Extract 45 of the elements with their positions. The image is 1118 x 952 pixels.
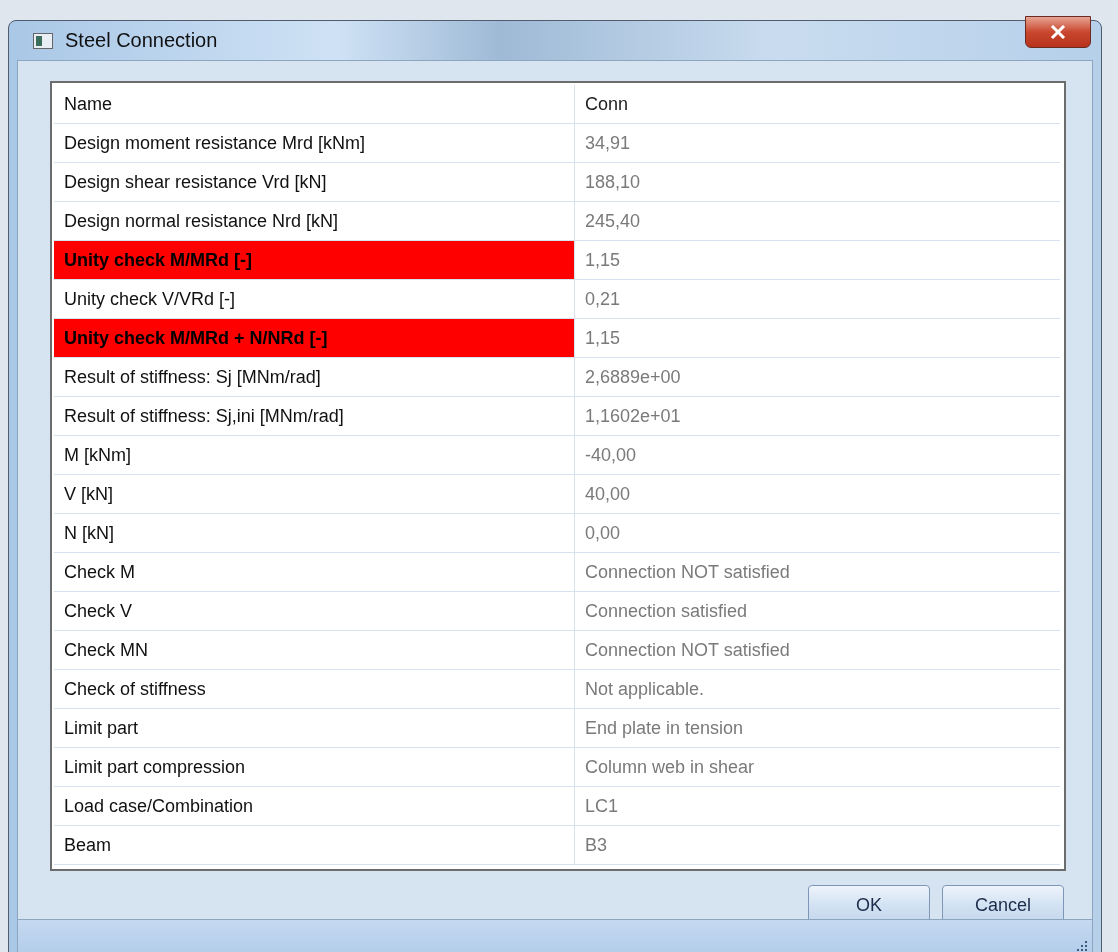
- property-value: LC1: [574, 787, 1060, 825]
- property-name: Load case/Combination: [63, 794, 255, 818]
- property-name: Check M: [63, 560, 136, 584]
- property-name: Beam: [63, 833, 113, 857]
- property-name: Check MN: [63, 638, 149, 662]
- property-value: 1,1602e+01: [574, 397, 1060, 435]
- window-title: Steel Connection: [65, 29, 219, 52]
- property-name: Limit part compression: [63, 755, 247, 779]
- property-value: -40,00: [574, 436, 1060, 474]
- property-name: Check V: [63, 599, 134, 623]
- close-icon: [1050, 24, 1066, 39]
- property-value: 1,15: [574, 319, 1060, 357]
- property-value: End plate in tension: [574, 709, 1060, 747]
- property-value: 40,00: [574, 475, 1060, 513]
- property-value: Conn: [574, 85, 1060, 123]
- property-value: 2,6889e+00: [574, 358, 1060, 396]
- close-button[interactable]: [1025, 15, 1091, 48]
- property-value: 0,21: [574, 280, 1060, 318]
- property-name: Limit part: [63, 716, 140, 740]
- property-name: Unity check M/MRd [-]: [54, 241, 574, 279]
- property-value: B3: [574, 826, 1060, 864]
- property-value: 188,10: [574, 163, 1060, 201]
- property-name: Design moment resistance Mrd [kNm]: [63, 131, 367, 155]
- property-name: Name: [63, 92, 113, 116]
- property-name: Unity check V/VRd [-]: [63, 287, 237, 311]
- property-value: Connection satisfied: [574, 592, 1060, 630]
- property-name: Unity check M/MRd + N/NRd [-]: [54, 319, 574, 357]
- property-value: 0,00: [574, 514, 1060, 552]
- property-name: Check of stiffness: [63, 677, 207, 701]
- property-value: Column web in shear: [574, 748, 1060, 786]
- property-value: Not applicable.: [574, 670, 1060, 708]
- property-name: Design normal resistance Nrd [kN]: [63, 209, 340, 233]
- property-name: N [kN]: [63, 521, 115, 545]
- property-value: Connection NOT satisfied: [574, 553, 1060, 591]
- property-name: M [kNm]: [63, 443, 132, 467]
- property-value: 34,91: [574, 124, 1060, 162]
- property-name: V [kN]: [63, 482, 114, 506]
- property-name: Design shear resistance Vrd [kN]: [63, 170, 328, 194]
- property-value: 1,15: [574, 241, 1060, 279]
- property-value: 245,40: [574, 202, 1060, 240]
- property-value: Connection NOT satisfied: [574, 631, 1060, 669]
- resize-grip-icon[interactable]: [1074, 940, 1088, 952]
- property-name: Result of stiffness: Sj,ini [MNm/rad]: [63, 404, 345, 428]
- property-name: Result of stiffness: Sj [MNm/rad]: [63, 365, 322, 389]
- window-icon: [33, 32, 53, 49]
